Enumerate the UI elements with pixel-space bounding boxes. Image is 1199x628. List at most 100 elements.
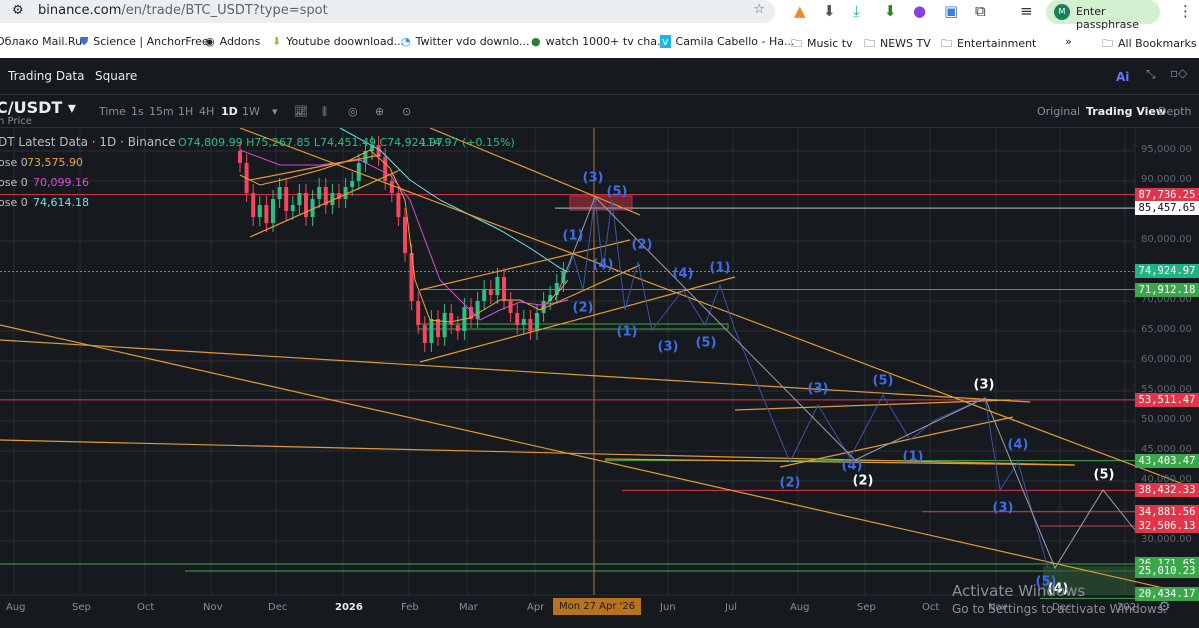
interval-15m[interactable]: 15m [149,105,174,118]
candle-body [429,319,434,343]
bookmark-item[interactable]: ◉ Addons [205,35,260,48]
bookmark-folder[interactable]: 🗀 Entertainment [941,35,1036,54]
wave-label[interactable]: (1) [563,229,584,244]
candle-type-icon[interactable]: ⫼ [322,105,327,119]
bookmark-star-icon[interactable]: ☆ [753,2,765,17]
candle-body [488,289,493,295]
wave-label[interactable]: (4) [673,267,694,282]
price-tick: 90,000.00 [1141,174,1192,185]
interval-4h[interactable]: 4H [199,105,214,118]
recorder-extension-icon[interactable]: ● [913,2,926,20]
candle-body [508,301,513,313]
ma-cyan [339,128,569,273]
profile-button[interactable]: M Enter passphrase [1046,0,1160,31]
wave-label[interactable]: (4) [842,459,863,474]
wave-label[interactable]: (4) [593,258,614,273]
screenshot-icon[interactable]: ◎ [348,105,358,118]
time-tick: Feb [401,602,419,613]
candle-body [317,187,322,199]
wave-label[interactable]: (3) [808,382,829,397]
interval-1d[interactable]: 1D [221,105,238,118]
settings-icon[interactable]: ⊙ [402,105,411,118]
nav-square[interactable]: Square [95,69,137,83]
candle-body [257,205,262,217]
bookmark-item[interactable]: v Camila Cabello - Ha... [660,35,794,48]
vlc-extension-icon[interactable]: ▲ [794,2,806,20]
bookmark-item[interactable]: ● watch 1000+ tv cha... [531,35,667,48]
time-tick: Nov [203,602,223,613]
view-original[interactable]: Original [1037,105,1080,118]
wave-label[interactable]: (1) [903,450,924,465]
wave-label[interactable]: (1) [617,325,638,340]
bookmark-folder[interactable]: 🗀 Music tv [791,35,853,54]
wave-label[interactable]: (1) [710,261,731,276]
time-tick: Aug [6,602,26,613]
avatar: M [1054,4,1070,20]
media-control-icon[interactable]: ≡ [1020,2,1033,20]
time-tick: Mar [459,602,478,613]
wave-label[interactable]: (4) [1008,438,1029,453]
more-bookmarks-button[interactable]: » [1065,35,1072,48]
candle-body [389,181,394,193]
legend-ohlc: O74,809.99 H75,267.85 L74,451.49 C74,924… [178,136,444,149]
download-extension-icon[interactable]: ⬇ [823,2,836,20]
menu-kebab-icon[interactable]: ⋮ [1178,2,1193,20]
url-host: binance.com [38,3,122,18]
layout-grid-icon[interactable]: ▫◇ [1170,66,1187,80]
collapse-icon[interactable]: ⤡ [1146,67,1156,82]
bookmark-item[interactable]: ◔ Twitter vdo downlo... [401,35,529,48]
symbol-selector[interactable]: C/USDT ▾ [0,98,76,117]
bookmark-folder[interactable]: 🗀 NEWS TV [864,35,931,54]
ma-label: ose 0 [0,196,28,209]
price-chart[interactable] [0,128,1199,628]
wave-label[interactable]: (5) [1094,468,1115,483]
wave-label[interactable]: (2) [632,238,653,253]
candle-body [304,193,308,217]
wave-label[interactable]: (2) [853,474,874,489]
wave-label[interactable]: (5) [873,374,894,389]
view-depth[interactable]: Depth [1158,105,1192,118]
wave-label[interactable]: (3) [993,501,1014,516]
windows-watermark: Activate Windows Go to Settings to activa… [952,582,1167,616]
wave-label[interactable]: (3) [658,340,679,355]
ai-button[interactable]: Ai [1116,70,1129,84]
candle-body [251,193,256,217]
wave-label[interactable]: (3) [974,378,995,393]
download-extension-icon[interactable]: ⬇ [884,2,897,20]
indicators-icon[interactable]: 📈︎ [294,105,308,118]
bookmark-item[interactable]: Облако Mail.Ru [0,35,82,48]
time-tick: Apr [527,602,545,613]
time-tick: Jul [725,602,738,613]
interval-1w[interactable]: 1W [242,105,260,118]
bookmark-item[interactable]: ⬇ Youtube doownload... [272,35,404,48]
bookmark-item[interactable]: ⛊ Science | AnchorFree [80,35,209,49]
interval-1h[interactable]: 1H [178,105,193,118]
time-tick: 2026 [335,602,363,613]
interval-1s[interactable]: 1s [131,105,144,118]
interval-time[interactable]: Time [99,105,126,118]
view-trading-view[interactable]: Trading View [1086,105,1166,118]
video-extension-icon[interactable]: ▣ [944,2,958,20]
interval-dropdown-icon[interactable]: ▾ [272,105,278,118]
wave-label[interactable]: (2) [573,301,594,316]
download-extension-icon[interactable]: ⤓ [853,2,860,20]
extensions-puzzle-icon[interactable]: ⧉ [975,2,986,20]
wave-label[interactable]: (3) [583,171,604,186]
candle-body [238,151,242,163]
ma-value: 74,614.18 [33,196,89,209]
wave-label[interactable]: (5) [607,185,628,200]
price-level-label: 43,403.47 [1135,453,1199,468]
all-bookmarks-folder[interactable]: 🗀 All Bookmarks [1102,35,1197,54]
wave-label[interactable]: (2) [780,476,801,491]
address-bar[interactable]: ⚙ binance.com/en/trade/BTC_USDT?type=spot… [0,0,775,23]
candle-body [455,325,460,331]
wave-label[interactable]: (5) [696,336,717,351]
ma-value: 73,575.90 [27,156,83,169]
add-icon[interactable]: ⊕ [375,105,384,118]
site-info-icon[interactable]: ⚙ [12,3,24,18]
candle-body [528,319,533,331]
nav-trading-data[interactable]: Trading Data [8,69,85,83]
time-tick: Mon 27 Apr '26 [553,598,642,615]
candle-body [343,187,348,199]
price-level-label: 25,010.23 [1135,563,1199,578]
